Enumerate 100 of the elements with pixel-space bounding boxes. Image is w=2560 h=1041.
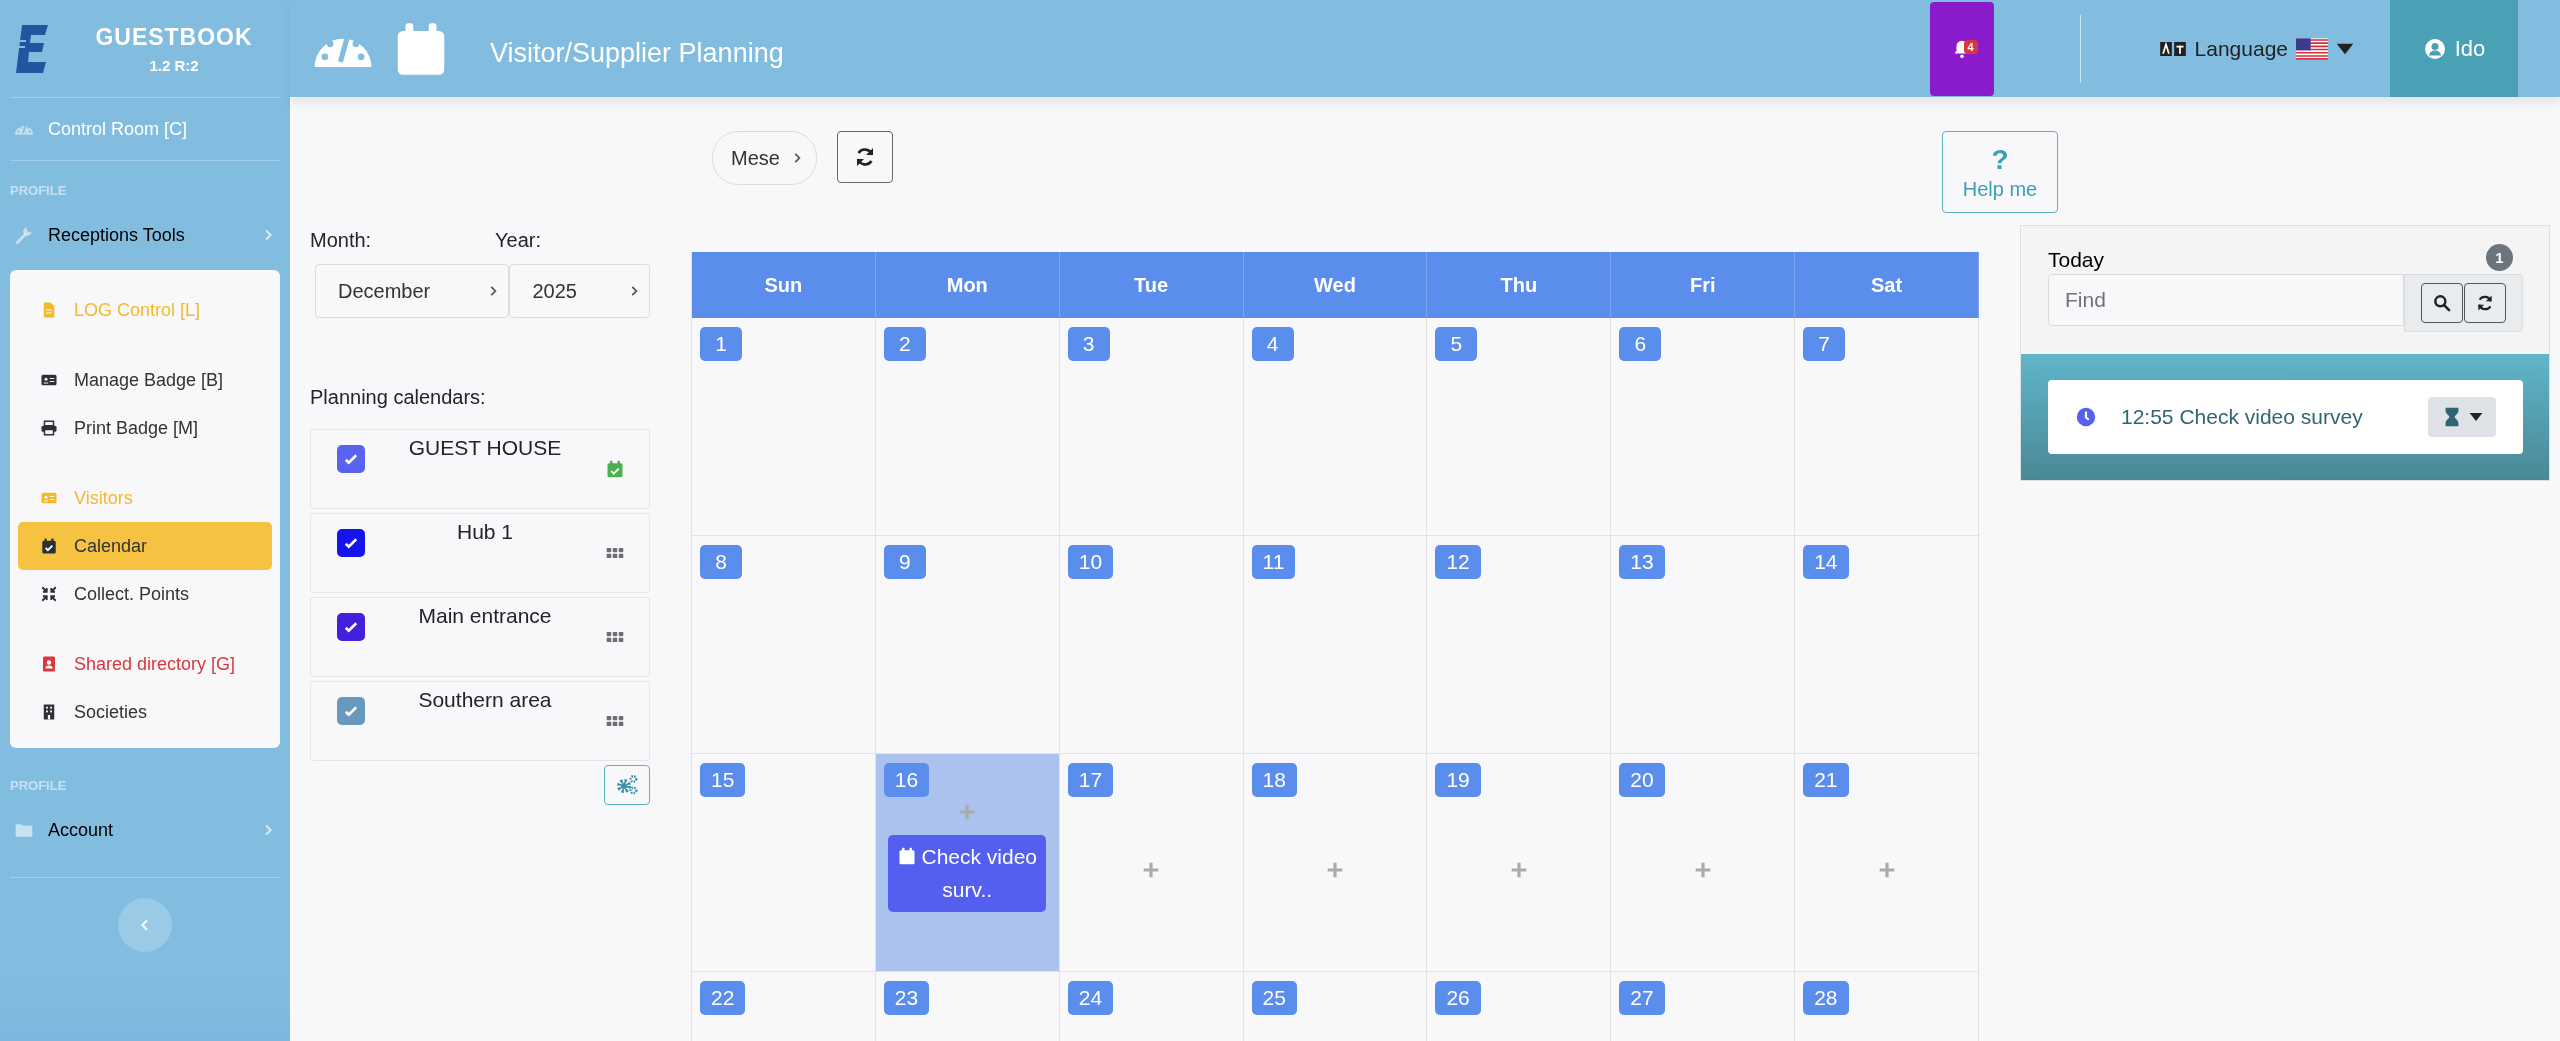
- day-number: 2: [883, 327, 926, 361]
- calendar-list-item[interactable]: Southern area: [310, 681, 650, 761]
- weekday-label: Thu: [1500, 273, 1538, 297]
- language-menu[interactable]: Language: [2158, 32, 2354, 65]
- app-version: 1.2 R:2: [149, 56, 199, 74]
- agenda-text: 12:55 Check video survey: [2121, 405, 2364, 429]
- day-cell[interactable]: 3: [1059, 318, 1244, 535]
- user-icon: [2422, 36, 2447, 61]
- weekday-label: Mon: [946, 273, 988, 297]
- day-cell[interactable]: 12: [1427, 536, 1612, 753]
- day-number: 8: [700, 545, 742, 579]
- count-badge: 1: [2486, 243, 2513, 271]
- day-number: 17: [1067, 763, 1114, 797]
- day-number: 28: [1803, 981, 1849, 1015]
- day-cell[interactable]: 23: [875, 972, 1060, 1041]
- clock-icon: [2075, 406, 2097, 428]
- year-select[interactable]: 2025: [509, 264, 650, 318]
- printer-icon: [40, 419, 58, 437]
- day-cell[interactable]: 15: [692, 754, 876, 971]
- page-title: Visitor/Supplier Planning: [490, 38, 784, 69]
- search-button[interactable]: [2421, 283, 2463, 323]
- contact-book-icon: [40, 655, 58, 673]
- settings-button[interactable]: [604, 765, 650, 805]
- calendar-list-item[interactable]: Main entrance: [310, 597, 650, 677]
- day-number: 5: [1435, 327, 1478, 361]
- day-cell[interactable]: 18: [1243, 754, 1428, 971]
- refresh-button[interactable]: [836, 131, 893, 183]
- day-cell[interactable]: 8: [692, 536, 876, 753]
- day-cell[interactable]: 11: [1243, 536, 1428, 753]
- status-dropdown[interactable]: [2428, 397, 2496, 437]
- weekday-label: Wed: [1314, 273, 1356, 297]
- menu-item[interactable]: Receptions Tools: [10, 204, 280, 266]
- day-number: 14: [1803, 545, 1849, 579]
- search-icon: [2432, 293, 2452, 313]
- day-cell[interactable]: 21: [1795, 754, 1979, 971]
- find-field[interactable]: Find: [2048, 274, 2404, 326]
- month-select[interactable]: December: [315, 264, 510, 318]
- weekday-label: Tue: [1134, 273, 1169, 297]
- checkbox[interactable]: [337, 613, 365, 641]
- menu-item[interactable]: Print Badge [M]: [18, 404, 272, 452]
- day-number: 24: [1067, 981, 1114, 1015]
- section-title: PROFILE: [10, 182, 68, 200]
- day-cell[interactable]: 4: [1243, 318, 1428, 535]
- month-label: Month:: [310, 229, 373, 252]
- day-cell[interactable]: 1: [692, 318, 876, 535]
- section-title: Planning calendars:: [310, 386, 487, 409]
- day-cell[interactable]: 26: [1427, 972, 1612, 1041]
- wrench-icon: [14, 225, 34, 245]
- menu-item[interactable]: Manage Badge [B]: [18, 356, 272, 404]
- menu-heading[interactable]: Visitors: [18, 474, 272, 522]
- checkbox[interactable]: [337, 697, 365, 725]
- day-cell[interactable]: 2: [875, 318, 1060, 535]
- day-number: 4: [1251, 327, 1294, 361]
- day-cell[interactable]: 5: [1427, 318, 1612, 535]
- refresh-button[interactable]: [2464, 283, 2506, 323]
- day-cell[interactable]: 9: [875, 536, 1060, 753]
- help-button[interactable]: ? Help me: [1942, 131, 2058, 213]
- checkbox[interactable]: [337, 445, 365, 473]
- day-cell[interactable]: 6: [1611, 318, 1796, 535]
- menu-item[interactable]: Calendar: [18, 522, 272, 570]
- menu-item[interactable]: Societies: [18, 688, 272, 736]
- day-cell[interactable]: 28: [1795, 972, 1979, 1041]
- day-cell[interactable]: 17: [1059, 754, 1244, 971]
- weekday-label: Sat: [1871, 273, 1903, 297]
- checkbox[interactable]: [337, 529, 365, 557]
- day-cell[interactable]: 27: [1611, 972, 1796, 1041]
- calendar-list-item[interactable]: Hub 1: [310, 513, 650, 593]
- view-select[interactable]: Mese: [712, 131, 817, 185]
- day-number: 6: [1619, 327, 1662, 361]
- day-cell[interactable]: 14: [1795, 536, 1979, 753]
- menu-heading[interactable]: LOG Control [L]: [18, 286, 272, 334]
- day-cell[interactable]: 22: [692, 972, 876, 1041]
- calendar-list-item[interactable]: GUEST HOUSE: [310, 429, 650, 509]
- day-cell[interactable]: 19: [1427, 754, 1612, 971]
- day-cell[interactable]: 25: [1243, 972, 1428, 1041]
- day-number: 22: [700, 981, 746, 1015]
- notifications-button[interactable]: 4: [1929, 1, 1994, 96]
- day-cell[interactable]: 20: [1611, 754, 1796, 971]
- user-menu[interactable]: Ido: [2390, 0, 2518, 97]
- day-number: 27: [1619, 981, 1665, 1015]
- day-cell[interactable]: 7: [1795, 318, 1979, 535]
- day-cell[interactable]: 16 Check video surv..: [875, 754, 1060, 971]
- day-cell[interactable]: 13: [1611, 536, 1796, 753]
- day-cell[interactable]: 10: [1059, 536, 1244, 753]
- gears-icon: [615, 773, 639, 797]
- day-number: 10: [1067, 545, 1114, 579]
- day-number: 25: [1251, 981, 1297, 1015]
- menu-item[interactable]: Collect. Points: [18, 570, 272, 618]
- day-number: 11: [1251, 545, 1296, 579]
- day-number: 3: [1067, 327, 1110, 361]
- day-number: 21: [1803, 763, 1849, 797]
- day-cell[interactable]: 24: [1059, 972, 1244, 1041]
- calendar-event[interactable]: Check video surv..: [888, 835, 1047, 913]
- weekday-label: Fri: [1689, 273, 1716, 297]
- day-number: 19: [1435, 763, 1481, 797]
- day-number: 13: [1619, 545, 1665, 579]
- refresh-icon: [2475, 293, 2495, 313]
- menu-heading[interactable]: Shared directory [G]: [18, 640, 272, 688]
- menu-item[interactable]: Account: [10, 799, 280, 861]
- year-label: Year:: [495, 229, 541, 252]
